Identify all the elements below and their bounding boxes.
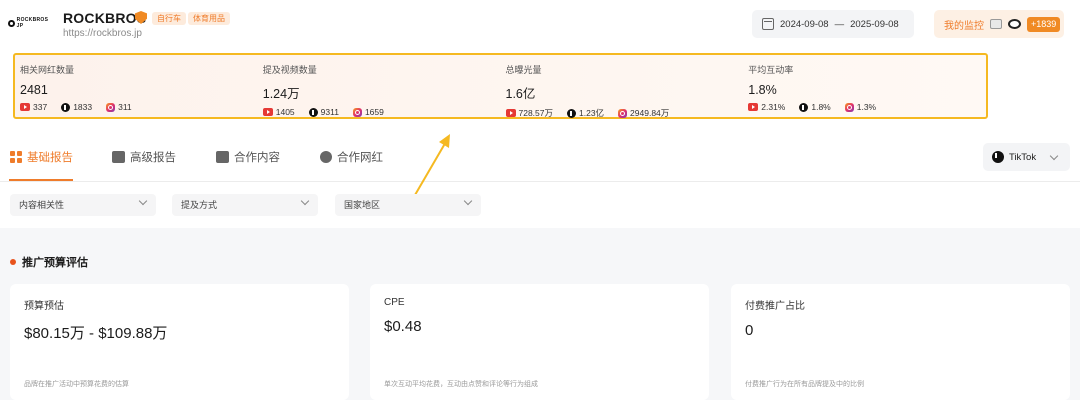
- youtube-value: 728.57万: [518, 108, 554, 118]
- brand-tag: 自行车: [152, 12, 186, 25]
- youtube-value: 1405: [275, 107, 295, 117]
- instagram-icon: [352, 107, 362, 117]
- user-icon: [320, 151, 332, 163]
- card-note: 付费推广行为在所有品牌提及中的比例: [745, 381, 864, 388]
- stat-title: 平均互动率: [748, 65, 794, 75]
- card-value: 0: [745, 322, 754, 339]
- tiktok-icon: [308, 107, 318, 117]
- stat-title: 相关网红数量: [20, 65, 75, 75]
- grid-icon: [10, 151, 22, 163]
- instagram-value: 1.3%: [856, 102, 877, 112]
- filter-label: 内容相关性: [19, 200, 65, 210]
- filter-mention-type[interactable]: 提及方式: [172, 194, 318, 216]
- youtube-icon: [262, 108, 273, 116]
- tiktok-icon: [567, 108, 576, 118]
- youtube-value: 2.31%: [761, 102, 786, 112]
- filter-content-relevance[interactable]: 内容相关性: [10, 194, 156, 216]
- youtube-icon: [748, 103, 759, 111]
- card-title: CPE: [384, 297, 405, 308]
- brand-url[interactable]: https://rockbros.jp: [63, 28, 142, 39]
- filter-country-region[interactable]: 国家地区: [335, 194, 481, 216]
- tiktok-icon: [61, 102, 71, 112]
- tab-label: 基础报告: [27, 152, 73, 164]
- section-title: 推广预算评估: [10, 254, 88, 270]
- annotation-arrow: [414, 134, 450, 196]
- stats-summary: 相关网红数量 2481 337 1833 311 提及视频数量 1.24万 14…: [13, 53, 988, 119]
- tab-advanced-report[interactable]: 高级报告: [112, 149, 176, 165]
- budget-estimate-card: 预算预估 $80.15万 - $109.88万 品牌在推广活动中预算花费的估算: [10, 284, 349, 400]
- instagram-value: 1659: [364, 107, 384, 117]
- stat-value: 1.24万: [262, 87, 300, 101]
- card-note: 品牌在推广活动中预算花费的估算: [24, 381, 129, 388]
- instagram-value: 2949.84万: [630, 108, 670, 118]
- paid-promotion-card: 付费推广占比 0 付费推广行为在所有品牌提及中的比例: [731, 284, 1070, 400]
- tab-collab-influencers[interactable]: 合作网红: [320, 149, 383, 165]
- youtube-icon: [20, 103, 30, 111]
- tiktok-value: 1.8%: [811, 102, 831, 112]
- stat-title: 总曝光量: [505, 65, 542, 75]
- monitored-brand-logo[interactable]: [1008, 19, 1021, 29]
- section-dot-icon: [10, 259, 16, 265]
- report-icon: [112, 151, 125, 163]
- date-separator: —: [834, 18, 845, 30]
- date-start: 2024-09-08: [780, 18, 829, 30]
- stat-engagement-rate: 平均互动率 1.8% 2.31% 1.8% 1.3%: [743, 55, 986, 117]
- stat-title: 提及视频数量: [262, 65, 317, 75]
- report-tabs: 基础报告 高级报告 合作内容 合作网红 TikTok: [0, 140, 1080, 182]
- my-monitor-label: 我的监控: [944, 20, 984, 32]
- youtube-value: 337: [33, 102, 48, 112]
- stat-value: 1.8%: [748, 83, 777, 97]
- monitored-brand-logo[interactable]: [990, 19, 1002, 29]
- card-note: 单次互动平均花费，互动由点赞和评论等行为组成: [384, 381, 538, 388]
- card-title: 付费推广占比: [745, 301, 805, 312]
- card-value: $80.15万 - $109.88万: [24, 325, 168, 342]
- monitor-count-badge: +1839: [1027, 16, 1061, 32]
- tab-label: 高级报告: [130, 152, 176, 164]
- cpe-card: CPE $0.48 单次互动平均花费，互动由点赞和评论等行为组成: [370, 284, 709, 400]
- stat-value: 2481: [20, 83, 48, 97]
- stat-video-count: 提及视频数量 1.24万 1405 9311 1659: [258, 55, 501, 117]
- stat-value: 1.6亿: [505, 87, 536, 101]
- tiktok-value: 9311: [320, 107, 339, 117]
- tab-basic-report[interactable]: 基础报告: [10, 149, 73, 165]
- stat-total-exposure: 总曝光量 1.6亿 728.57万 1.23亿 2949.84万: [501, 55, 744, 118]
- section-title-text: 推广预算评估: [22, 257, 88, 269]
- instagram-icon: [106, 102, 116, 112]
- tab-collab-content[interactable]: 合作内容: [216, 149, 280, 165]
- card-title: 预算预估: [24, 301, 64, 312]
- image-icon: [216, 151, 229, 163]
- header: ROCKBROS JP ROCKBROS 自行车 体育用品 https://ro…: [0, 0, 1080, 50]
- tiktok-icon: [992, 151, 1004, 163]
- tab-label: 合作内容: [234, 152, 280, 164]
- tiktok-value: 1.23亿: [579, 108, 605, 118]
- filter-label: 提及方式: [181, 200, 218, 210]
- tiktok-value: 1833: [73, 102, 93, 112]
- instagram-value: 311: [118, 102, 132, 112]
- card-value: $0.48: [384, 318, 422, 335]
- tiktok-icon: [799, 102, 809, 112]
- stat-influencer-count: 相关网红数量 2481 337 1833 311: [15, 55, 258, 117]
- brand-name: ROCKBROS: [63, 10, 147, 26]
- chevron-down-icon: [463, 196, 473, 206]
- chevron-down-icon: [138, 196, 148, 206]
- instagram-icon: [618, 108, 628, 118]
- filter-label: 国家地区: [344, 200, 381, 210]
- chevron-down-icon: [300, 196, 310, 206]
- active-tab-indicator: [9, 179, 73, 181]
- tab-label: 合作网红: [337, 152, 383, 164]
- platform-select[interactable]: TikTok: [983, 143, 1070, 171]
- brand-logo: ROCKBROS JP: [8, 17, 52, 29]
- platform-selected: TikTok: [1009, 151, 1037, 163]
- chevron-down-icon: [1049, 151, 1059, 160]
- brand-tag: 体育用品: [188, 12, 230, 25]
- youtube-icon: [505, 109, 516, 117]
- instagram-icon: [844, 102, 854, 112]
- calendar-icon: [762, 18, 774, 30]
- my-monitor-button[interactable]: 我的监控 +1839: [934, 10, 1064, 38]
- date-end: 2025-09-08: [850, 18, 899, 30]
- date-range-picker[interactable]: 2024-09-08 — 2025-09-08: [752, 10, 914, 38]
